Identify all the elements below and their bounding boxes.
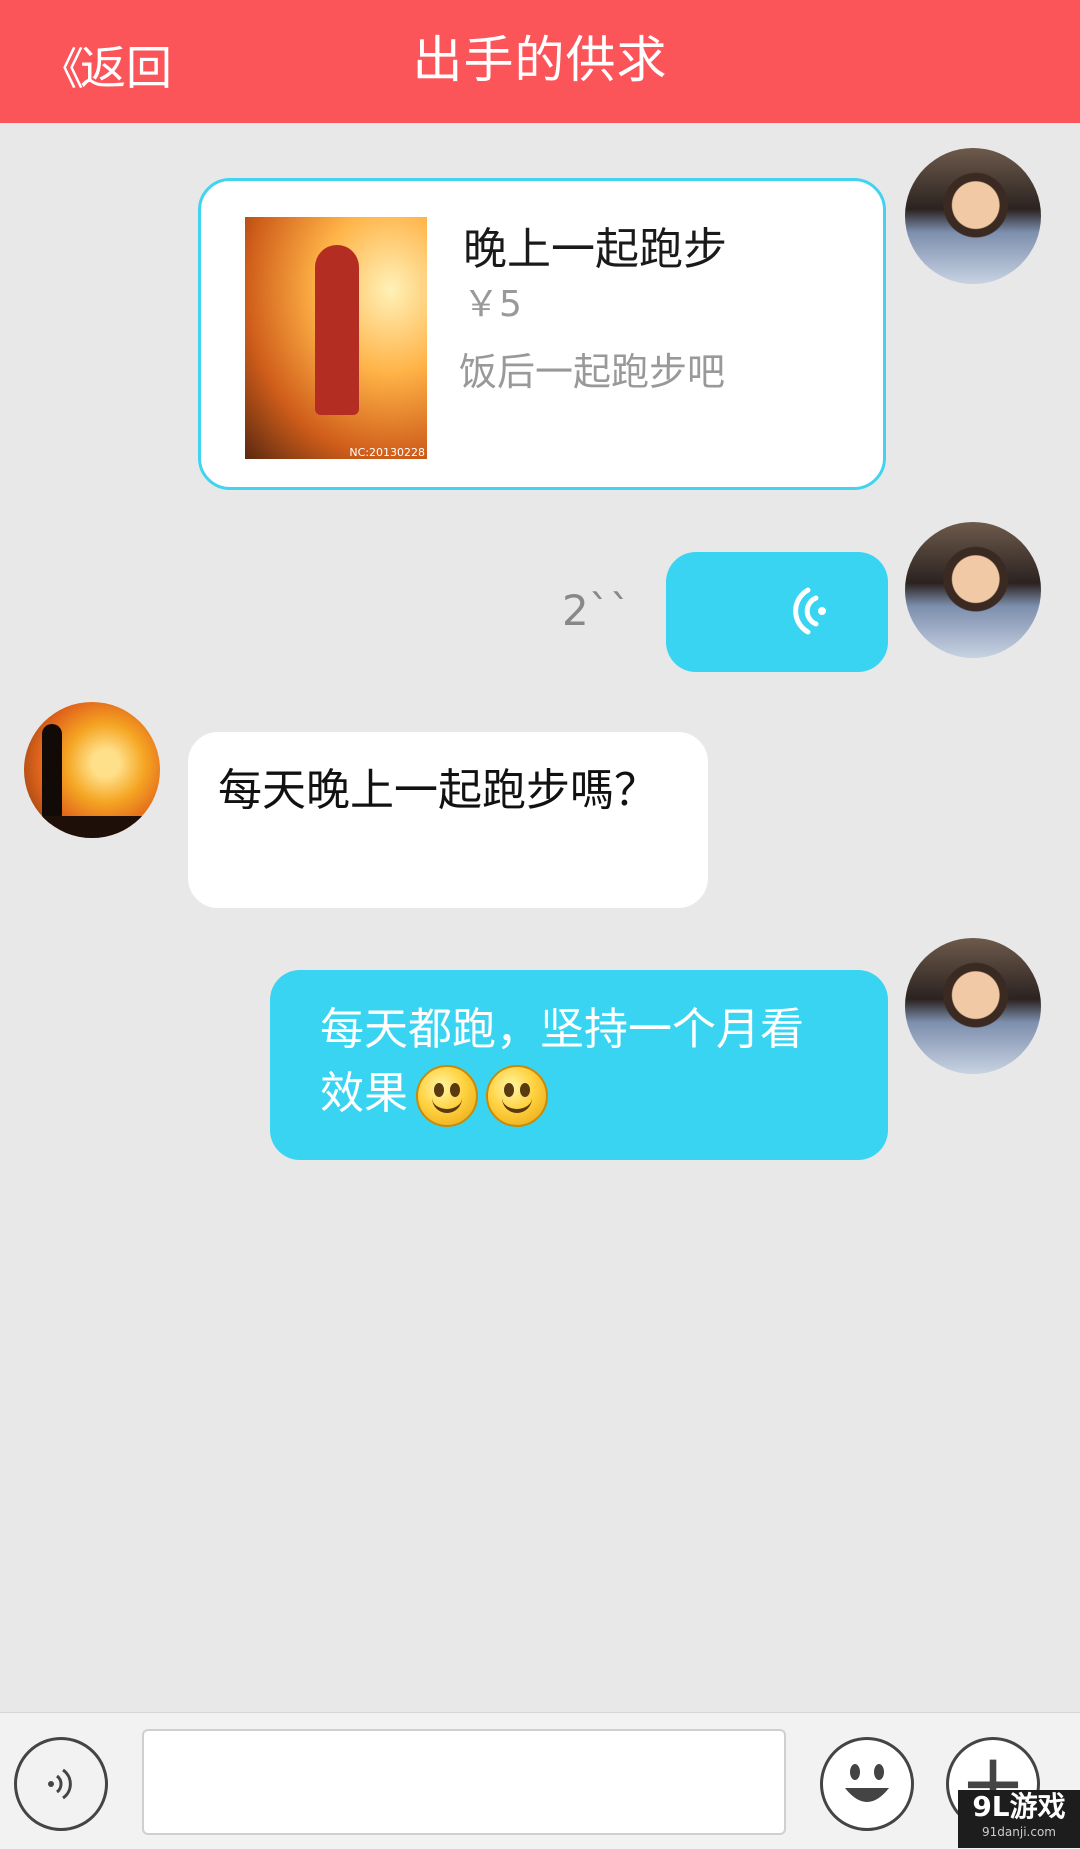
voice-icon [48, 1768, 72, 1800]
header-bar: 《 返回 出手的供求 [0, 0, 1080, 123]
my-avatar[interactable] [905, 148, 1041, 284]
product-price: ￥5 [463, 284, 522, 325]
input-toolbar: + [0, 1712, 1080, 1849]
smiley-emoji-icon [486, 1065, 548, 1127]
runner-figure [315, 245, 359, 415]
voice-message-bubble[interactable] [666, 552, 888, 672]
voice-duration: 2`` [562, 586, 631, 635]
emoji-button[interactable] [820, 1737, 914, 1831]
watermark-logo: 9L游戏 91danji.com [958, 1790, 1080, 1848]
message-input[interactable] [142, 1729, 786, 1835]
image-caption: NC:20130228 [349, 446, 425, 459]
contact-avatar[interactable] [24, 702, 160, 838]
incoming-message-text: 每天晚上一起跑步嗎？ [218, 765, 658, 816]
my-avatar[interactable] [905, 938, 1041, 1074]
incoming-message-bubble[interactable]: 每天晚上一起跑步嗎？ [188, 732, 708, 908]
smiley-emoji-icon [416, 1065, 478, 1127]
watermark-sub: 91danji.com [982, 1825, 1056, 1839]
avatar-ground [24, 816, 160, 838]
product-card-message[interactable]: NC:20130228 晚上一起跑步 ￥5 饭后一起跑步吧 [198, 178, 886, 490]
smiley-icon [845, 1764, 889, 1802]
voice-wave-icon [793, 587, 826, 635]
yoga-silhouette [42, 724, 62, 824]
product-title: 晚上一起跑步 [463, 224, 727, 275]
outgoing-message-text: 每天都跑，坚持一个月看效果 [320, 1004, 804, 1119]
watermark-main: 9L游戏 [972, 1790, 1066, 1823]
page-title: 出手的供求 [412, 31, 668, 89]
product-description: 饭后一起跑步吧 [459, 350, 726, 394]
my-avatar[interactable] [905, 522, 1041, 658]
outgoing-message-bubble[interactable]: 每天都跑，坚持一个月看效果 [270, 970, 888, 1160]
product-image: NC:20130228 [245, 217, 427, 459]
voice-input-button[interactable] [14, 1737, 108, 1831]
